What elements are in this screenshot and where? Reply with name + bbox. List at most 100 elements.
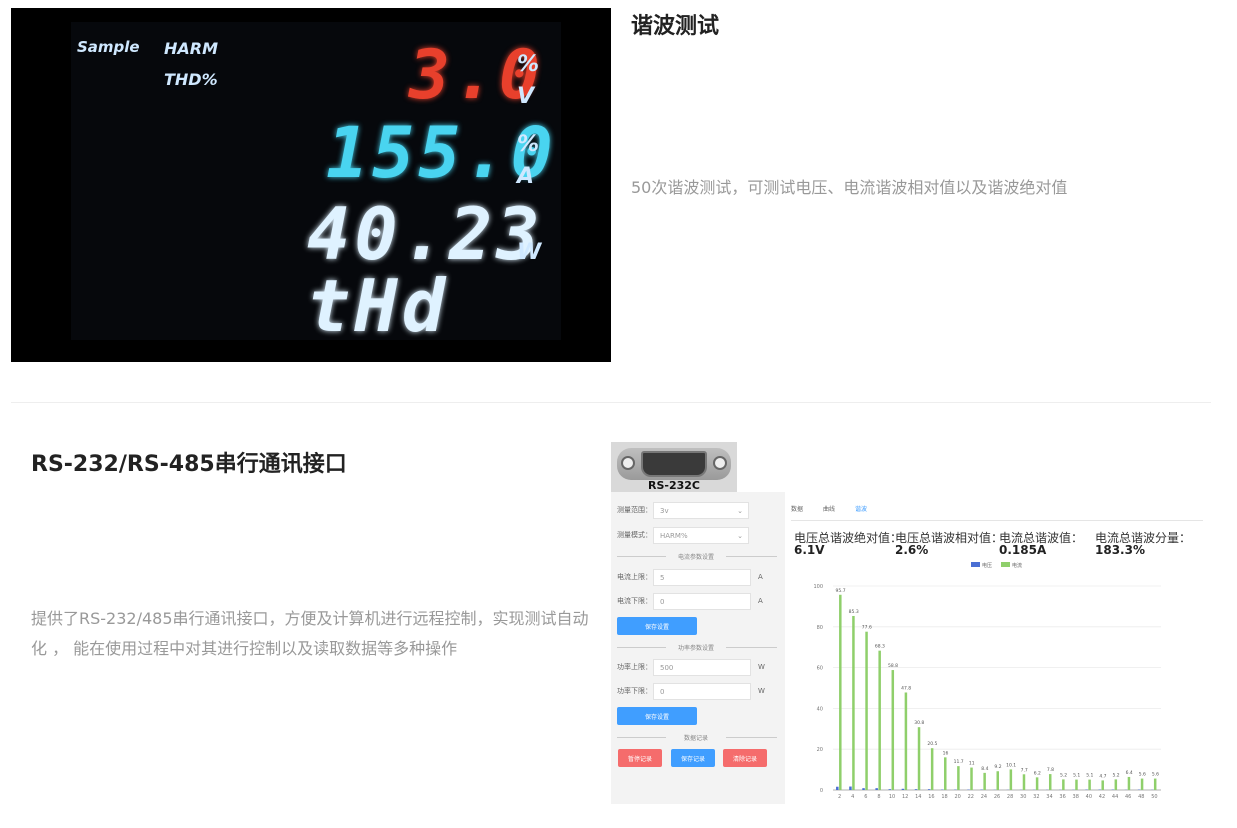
bar-value-label: 5.1 (1073, 773, 1080, 779)
current-bar (1127, 776, 1131, 790)
current-lower-label: 电流下限： (617, 597, 652, 605)
bar-value-label: 58.8 (888, 663, 898, 669)
x-tick-label: 16 (928, 794, 934, 800)
save-current-button[interactable]: 保存设置 (617, 617, 697, 635)
current-lower-unit: A (758, 597, 763, 605)
current-bar (904, 692, 908, 790)
stat-current-ratio-value: 183.3% (1095, 543, 1145, 557)
x-tick-label: 40 (1086, 794, 1092, 800)
current-bar (944, 757, 947, 790)
legend-label: 电流 (1012, 562, 1022, 569)
unit-percent-1: % (517, 52, 540, 77)
bar-value-label: 5.6 (1139, 772, 1146, 778)
current-bar (996, 771, 999, 790)
pause-record-button[interactable]: 暂停记录 (618, 749, 662, 767)
bar-value-label: 10.1 (1006, 762, 1016, 768)
voltage-bar (901, 788, 905, 790)
section-title-serial: RS-232/RS-485串行通讯接口 (31, 452, 347, 477)
x-tick-label: 4 (851, 794, 854, 800)
bar-value-label: 95.7 (836, 588, 846, 594)
voltage-bar (836, 786, 839, 790)
power-value: 40.23 (307, 192, 544, 276)
bar-value-label: 6.2 (1034, 770, 1041, 776)
current-bar (1075, 779, 1078, 790)
bar-value-label: 7.8 (1047, 767, 1054, 773)
bar-value-label: 16 (943, 750, 949, 756)
tab-bar: 数据 曲线 谐波 (791, 504, 867, 513)
voltage-bar (875, 788, 878, 790)
x-tick-label: 36 (1059, 794, 1065, 800)
current-bar (1048, 774, 1052, 790)
record-section-title: 数据记录 (666, 733, 726, 742)
voltage-bar (914, 789, 918, 790)
tab-curve[interactable]: 曲线 (823, 504, 835, 513)
bar-value-label: 5.6 (1152, 772, 1159, 778)
unit-a: A (517, 164, 535, 189)
x-tick-label: 34 (1046, 794, 1052, 800)
x-tick-label: 28 (1007, 794, 1013, 800)
bar-value-label: 11 (969, 761, 975, 767)
y-tick-label: 80 (817, 625, 823, 631)
connector-label: RS-232C (648, 479, 700, 492)
current-bar (970, 767, 973, 790)
current-bar (1009, 769, 1013, 790)
mode-select[interactable]: HARM% ⌄ (653, 527, 749, 544)
tab-data[interactable]: 数据 (791, 504, 803, 513)
x-tick-label: 2 (838, 794, 841, 800)
bar-value-label: 47.8 (901, 685, 911, 691)
y-tick-label: 60 (817, 666, 823, 672)
current-bar (891, 670, 895, 790)
label-harm: HARM (164, 39, 219, 58)
y-tick-label: 40 (817, 706, 823, 712)
stat-current-value: 0.185A (999, 543, 1047, 557)
bar-value-label: 4.7 (1099, 773, 1106, 779)
save-record-button[interactable]: 保存记录 (671, 749, 715, 767)
harmonic-bar-chart: 电压 电流 0 20 40 60 80 100 95.7 2 85.3 4 77.6 6 68.3 8 58.8… (813, 562, 1161, 800)
save-power-button[interactable]: 保存设置 (617, 707, 697, 725)
clear-record-button[interactable]: 清除记录 (723, 749, 767, 767)
current-bar (852, 615, 855, 790)
current-bar (1062, 779, 1065, 790)
mode-label: 测量模式： (617, 531, 652, 539)
current-bar (957, 766, 960, 790)
bar-value-label: 11.7 (954, 759, 964, 765)
unit-w: W (517, 240, 542, 265)
section-desc-harmonic: 50次谐波测试，可测试电压、电流谐波相对值以及谐波绝对值 (631, 178, 1068, 197)
legend-swatch (971, 562, 980, 567)
tab-harmonic[interactable]: 谐波 (855, 504, 867, 513)
x-tick-label: 10 (889, 794, 895, 800)
current-bar (1114, 779, 1118, 790)
stat-voltage-rel-value: 2.6% (895, 543, 929, 557)
bar-value-label: 20.5 (927, 741, 937, 747)
bar-value-label: 6.4 (1126, 770, 1133, 776)
harmonic-chart-panel: 数据 曲线 谐波 电压总谐波绝对值： 6.1V 电压总谐波相对值： 2.6% 电… (791, 500, 1205, 806)
range-select-value: 3v (660, 506, 669, 515)
meter-display-photo: Sample HARM THD% 3.0 % V 155.0 % A 40.23… (11, 8, 611, 362)
power-upper-input[interactable]: 500 (653, 659, 751, 676)
x-tick-label: 20 (954, 794, 960, 800)
y-tick-label: 100 (813, 584, 823, 590)
current-lower-input[interactable]: 0 (653, 593, 751, 610)
connector-screw-left (621, 456, 635, 470)
x-tick-label: 46 (1125, 794, 1131, 800)
control-panel: 测量范围： 3v ⌄ 测量模式： HARM% ⌄ 电流参数设置 电流上限： 5 A … (611, 492, 785, 804)
voltage-bar (849, 786, 852, 790)
section-title-harmonic: 谐波测试 (631, 14, 720, 39)
voltage-bar (862, 788, 865, 790)
power-lower-input[interactable]: 0 (653, 683, 751, 700)
bar-value-label: 8.4 (981, 766, 988, 772)
current-upper-input[interactable]: 5 (653, 569, 751, 586)
stat-voltage-abs-value: 6.1V (794, 543, 825, 557)
current-bar (1088, 779, 1091, 790)
bar-value-label: 7.7 (1021, 767, 1028, 773)
x-tick-label: 42 (1099, 794, 1105, 800)
label-thd: THD% (164, 70, 218, 89)
unit-percent-2: % (517, 132, 540, 157)
current-bar (1101, 780, 1104, 790)
range-select[interactable]: 3v ⌄ (653, 502, 749, 519)
voltage-bar (927, 789, 931, 790)
x-tick-label: 26 (994, 794, 1000, 800)
current-bar (1153, 778, 1157, 790)
x-tick-label: 12 (902, 794, 908, 800)
bar-value-label: 5.2 (1112, 772, 1119, 778)
